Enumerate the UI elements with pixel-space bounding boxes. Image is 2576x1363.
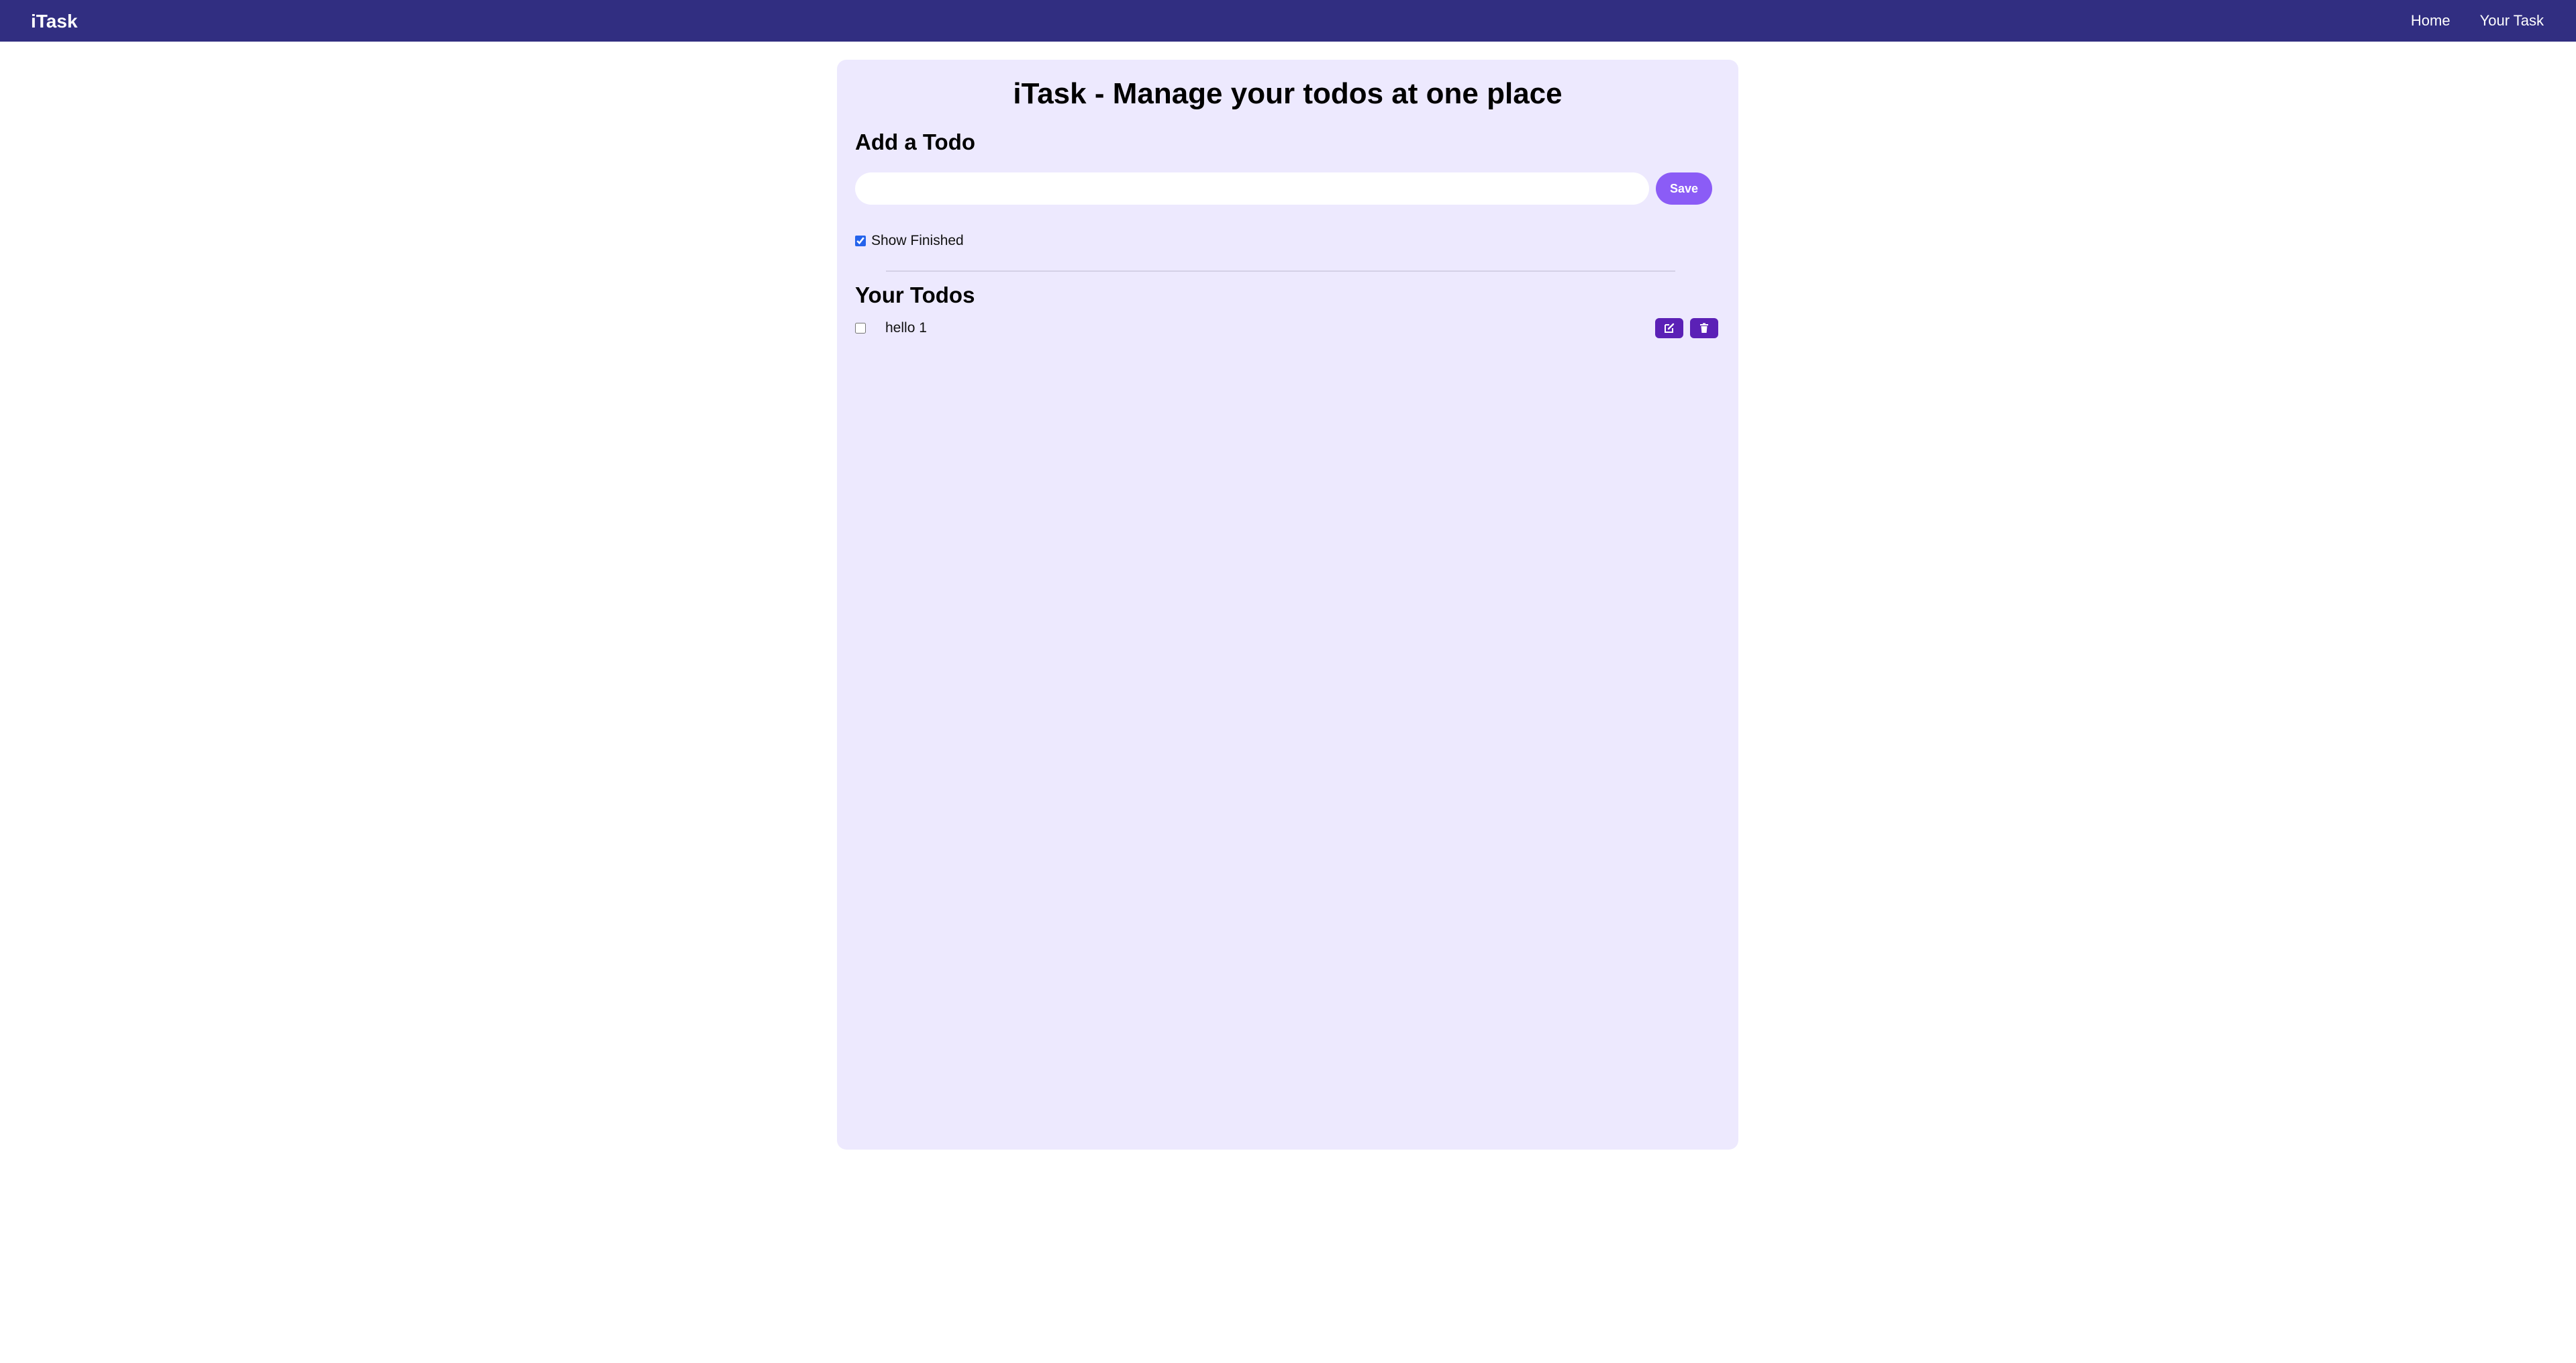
todo-complete-checkbox[interactable]: [855, 323, 866, 334]
todo-text: hello 1: [885, 320, 927, 336]
nav-link-your-task[interactable]: Your Task: [2480, 12, 2544, 30]
edit-todo-button[interactable]: [1655, 318, 1683, 338]
nav-link-home[interactable]: Home: [2411, 12, 2450, 30]
navbar: iTask Home Your Task: [0, 0, 2576, 42]
trash-icon: [1699, 323, 1709, 334]
nav-links: Home Your Task: [2411, 0, 2544, 42]
show-finished-label: Show Finished: [871, 233, 964, 248]
edit-icon: [1663, 322, 1675, 334]
save-button[interactable]: Save: [1656, 172, 1712, 205]
divider: [886, 270, 1675, 272]
brand-logo[interactable]: iTask: [31, 0, 78, 42]
your-todos-heading: Your Todos: [855, 283, 975, 307]
add-todo-heading: Add a Todo: [855, 130, 976, 154]
todo-input[interactable]: [855, 172, 1649, 205]
show-finished-toggle[interactable]: Show Finished: [855, 233, 964, 249]
todo-item: hello 1: [855, 317, 1721, 340]
page-title: iTask - Manage your todos at one place: [1013, 77, 1563, 110]
delete-todo-button[interactable]: [1690, 318, 1718, 338]
todo-card: iTask - Manage your todos at one place A…: [837, 60, 1738, 1150]
show-finished-checkbox[interactable]: [855, 236, 866, 246]
